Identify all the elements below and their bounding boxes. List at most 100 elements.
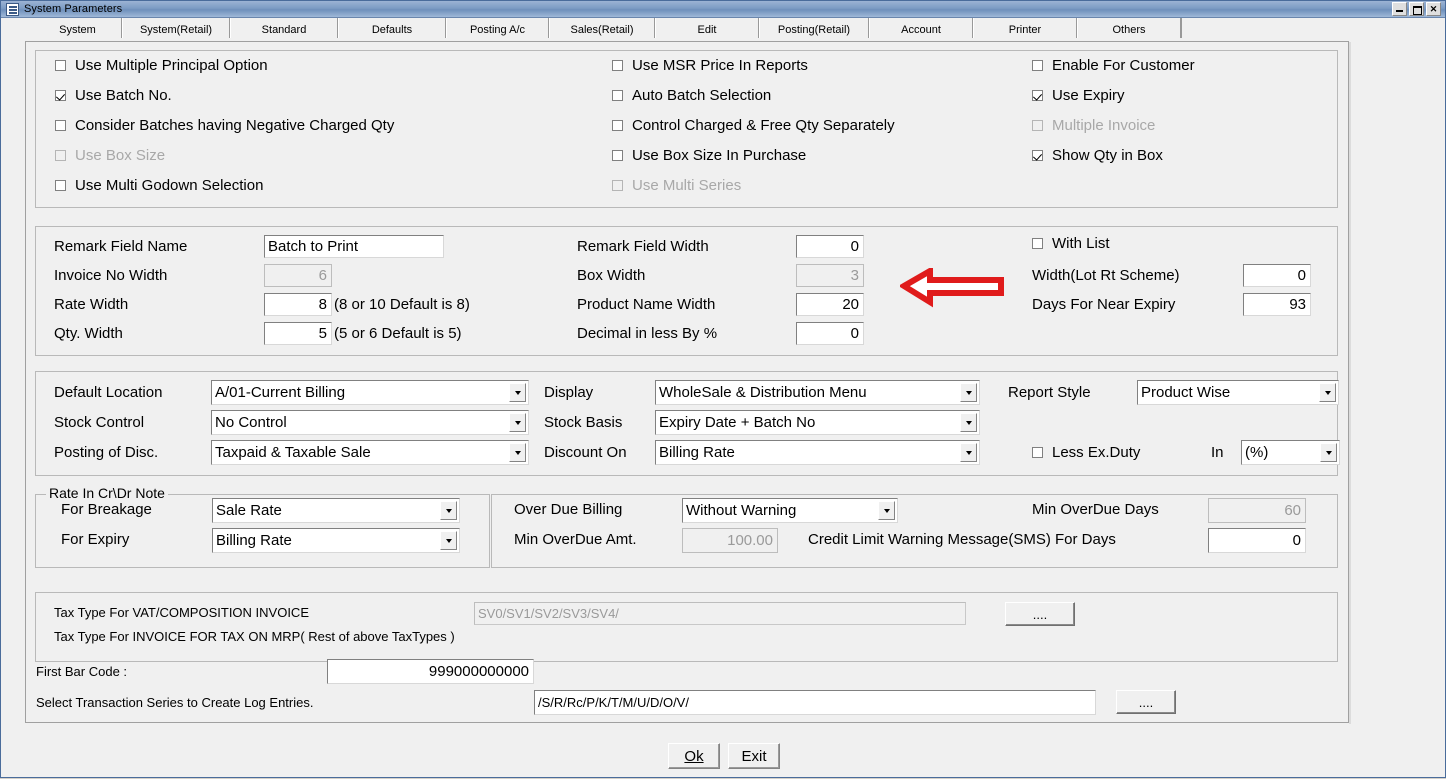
checkbox-icon[interactable] — [612, 120, 623, 131]
first-bar-code-input[interactable]: 999000000000 — [327, 659, 534, 684]
red-arrow-annotation — [900, 268, 1004, 308]
report-style-combo[interactable]: Product Wise — [1137, 380, 1339, 405]
checkbox-show-qty-in-box[interactable]: Show Qty in Box — [1032, 147, 1163, 164]
checkbox-label: Use Multi Series — [632, 177, 742, 194]
in-unit-combo[interactable]: (%) — [1241, 440, 1340, 465]
checkbox-icon[interactable] — [612, 60, 623, 71]
checkbox-icon[interactable] — [612, 150, 623, 161]
tab-others[interactable]: Others — [1077, 18, 1181, 38]
chevron-down-icon[interactable] — [1320, 443, 1337, 462]
checkbox-icon[interactable] — [55, 120, 66, 131]
tab-printer[interactable]: Printer — [973, 18, 1077, 38]
close-button[interactable]: ✕ — [1426, 2, 1441, 16]
checkbox-icon[interactable] — [1032, 60, 1043, 71]
chevron-down-icon[interactable] — [440, 501, 457, 520]
transaction-series-input[interactable]: /S/R/Rc/P/K/T/M/U/D/O/V/ — [534, 690, 1096, 715]
for-expiry-combo[interactable]: Billing Rate — [212, 528, 460, 553]
posting-of-disc-combo[interactable]: Taxpaid & Taxable Sale — [211, 440, 529, 465]
remark-field-name-input[interactable]: Batch to Print — [264, 235, 444, 258]
checkbox-label: Use Expiry — [1052, 87, 1125, 104]
checkbox-enable-for-customer[interactable]: Enable For Customer — [1032, 57, 1195, 74]
checkbox-label: Use Multiple Principal Option — [75, 57, 268, 74]
checkbox-icon[interactable] — [55, 60, 66, 71]
transaction-series-browse-button[interactable]: .... — [1116, 690, 1176, 714]
chevron-down-icon[interactable] — [960, 443, 977, 462]
checkbox-use-multi-godown-selection[interactable]: Use Multi Godown Selection — [55, 177, 263, 194]
chevron-down-icon[interactable] — [509, 413, 526, 432]
rate-width-input[interactable]: 8 — [264, 293, 332, 316]
tab-edit[interactable]: Edit — [655, 18, 759, 38]
checkbox-control-charged-free-qty-separately[interactable]: Control Charged & Free Qty Separately — [612, 117, 895, 134]
stock-basis-combo[interactable]: Expiry Date + Batch No — [655, 410, 980, 435]
tab-account[interactable]: Account — [869, 18, 973, 38]
checkbox-label: Use Multi Godown Selection — [75, 177, 264, 194]
display-label: Display — [544, 384, 594, 401]
checkbox-use-multiple-principal-option[interactable]: Use Multiple Principal Option — [55, 57, 268, 74]
combo-value: No Control — [215, 414, 287, 431]
width-lot-rt-scheme-input[interactable]: 0 — [1243, 264, 1311, 287]
discount-on-combo[interactable]: Billing Rate — [655, 440, 980, 465]
maximize-button[interactable] — [1409, 2, 1424, 16]
chevron-down-icon[interactable] — [1319, 383, 1336, 402]
stock-basis-label: Stock Basis — [544, 414, 623, 431]
exit-button-label: Exit — [741, 747, 767, 765]
rate-width-label: Rate Width — [54, 296, 129, 313]
chevron-down-icon[interactable] — [440, 531, 457, 550]
tab-posting-retail[interactable]: Posting(Retail) — [759, 18, 869, 38]
tax-type-mrp-label: Tax Type For INVOICE FOR TAX ON MRP( Res… — [54, 629, 455, 644]
tab-system[interactable]: System — [34, 18, 122, 38]
invoice-no-width-label: Invoice No Width — [54, 267, 168, 284]
credit-limit-warning-input[interactable]: 0 — [1208, 528, 1306, 553]
checkbox-use-expiry[interactable]: Use Expiry — [1032, 87, 1125, 104]
combo-value: Billing Rate — [216, 532, 292, 549]
checkbox-icon[interactable] — [1032, 447, 1043, 458]
checkbox-with-list[interactable]: With List — [1032, 235, 1110, 252]
tab-system-retail[interactable]: System(Retail) — [122, 18, 230, 38]
checkbox-auto-batch-selection[interactable]: Auto Batch Selection — [612, 87, 771, 104]
window-controls: ✕ — [1392, 2, 1443, 16]
box-width-label: Box Width — [577, 267, 646, 284]
checkbox-icon[interactable] — [1032, 90, 1043, 101]
default-location-combo[interactable]: A/01-Current Billing — [211, 380, 529, 405]
product-name-width-input[interactable]: 20 — [796, 293, 864, 316]
ok-button[interactable]: Ok — [668, 743, 720, 769]
posting-of-disc-label: Posting of Disc. — [54, 444, 159, 461]
checkbox-use-msr-price-in-reports[interactable]: Use MSR Price In Reports — [612, 57, 808, 74]
tab-posting-ac[interactable]: Posting A/c — [446, 18, 549, 38]
checkbox-icon — [55, 150, 66, 161]
tab-defaults[interactable]: Defaults — [338, 18, 446, 38]
checkbox-use-batch-no[interactable]: Use Batch No. — [55, 87, 172, 104]
decimal-in-less-by-input[interactable]: 0 — [796, 322, 864, 345]
for-breakage-combo[interactable]: Sale Rate — [212, 498, 460, 523]
combo-value: Taxpaid & Taxable Sale — [215, 444, 371, 461]
display-combo[interactable]: WholeSale & Distribution Menu — [655, 380, 980, 405]
checkbox-less-ex-duty[interactable]: Less Ex.Duty — [1032, 444, 1140, 461]
over-due-billing-combo[interactable]: Without Warning — [682, 498, 898, 523]
chevron-down-icon[interactable] — [878, 501, 895, 520]
days-for-near-expiry-input[interactable]: 93 — [1243, 293, 1311, 316]
chevron-down-icon[interactable] — [960, 413, 977, 432]
checkbox-icon[interactable] — [55, 90, 66, 101]
qty-width-input[interactable]: 5 — [264, 322, 332, 345]
chevron-down-icon[interactable] — [509, 443, 526, 462]
checkbox-use-box-size-in-purchase[interactable]: Use Box Size In Purchase — [612, 147, 806, 164]
settings-group: Default Location A/01-Current Billing St… — [35, 371, 1340, 476]
minimize-button[interactable] — [1392, 2, 1407, 16]
stock-control-combo[interactable]: No Control — [211, 410, 529, 435]
checkbox-icon[interactable] — [1032, 238, 1043, 249]
window-menu-icon[interactable] — [6, 2, 19, 16]
chevron-down-icon[interactable] — [960, 383, 977, 402]
tab-sales-retail[interactable]: Sales(Retail) — [549, 18, 655, 38]
chevron-down-icon[interactable] — [509, 383, 526, 402]
remark-field-width-input[interactable]: 0 — [796, 235, 864, 258]
dialog-footer: Ok Exit — [1, 737, 1446, 779]
checkbox-icon[interactable] — [612, 90, 623, 101]
for-expiry-label: For Expiry — [61, 531, 130, 548]
tax-type-browse-button[interactable]: .... — [1005, 602, 1075, 626]
checkbox-consider-batches-negative-charged-qty[interactable]: Consider Batches having Negative Charged… — [55, 117, 394, 134]
tab-standard[interactable]: Standard — [230, 18, 338, 38]
exit-button[interactable]: Exit — [728, 743, 780, 769]
checkbox-icon[interactable] — [1032, 150, 1043, 161]
report-style-label: Report Style — [1008, 384, 1091, 401]
checkbox-icon[interactable] — [55, 180, 66, 191]
